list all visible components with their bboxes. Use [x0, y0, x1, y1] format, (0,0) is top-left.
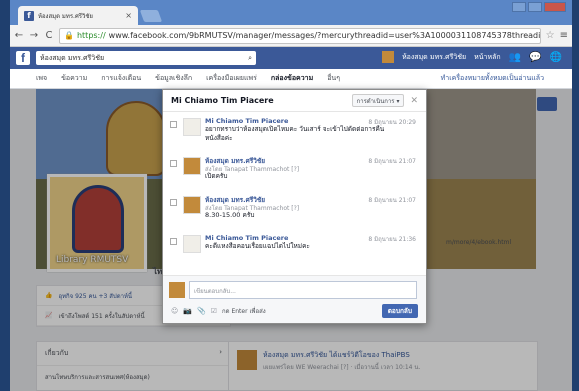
reply-button[interactable]: ตอบกลับ [381, 304, 418, 318]
bookmark-star-icon[interactable]: ☆ [546, 30, 555, 41]
facebook-favicon-icon: f [24, 10, 34, 21]
nav-publishing-tools[interactable]: เครื่องมือเผยแพร่ [206, 73, 257, 84]
tab-strip: f ห้องสมุด มทร.ศรีวิชัย × [10, 0, 572, 25]
search-text: ห้องสมุด มทร.ศรีวิชัย [40, 53, 105, 62]
attach-icon[interactable]: 📎 [197, 307, 206, 315]
desktop-right-edge [572, 0, 579, 391]
page-admin-nav: เพจ ข้อความ การแจ้งเตือน ข้อมูลเชิงลึก เ… [10, 69, 572, 89]
message-text: คะดีแหงสือคอนเรื่อยแฉปไดไปใหม่คะ [205, 242, 310, 250]
avatar [169, 282, 185, 298]
facebook-search-input[interactable]: ห้องสมุด มทร.ศรีวิชัย ⌕ [36, 51, 256, 65]
message-thread-dialog: Mi Chiamo Tim Piacere การดำเนินการ ▾ ✕ M… [162, 89, 427, 324]
message-text: หนังสือค่ะ [205, 134, 233, 142]
nav-notifications[interactable]: การแจ้งเตือน [101, 73, 141, 84]
browser-tab[interactable]: f ห้องสมุด มทร.ศรีวิชัย × [18, 6, 138, 25]
actions-dropdown[interactable]: การดำเนินการ ▾ [351, 94, 405, 107]
message-checkbox[interactable] [170, 160, 177, 167]
reply-input[interactable]: เขียนตอบกลับ... [189, 281, 417, 299]
message-text: อยากทราบว่าห้องสมุดเปิดไหมคะ วันเสาร์ จะ… [205, 125, 385, 133]
close-window-button[interactable] [544, 2, 566, 12]
messages-icon[interactable]: 💬 [529, 52, 541, 63]
message-checkbox[interactable] [170, 238, 177, 245]
nav-messages[interactable]: ข้อความ [61, 73, 87, 84]
page-name-link[interactable]: ห้องสมุด มทร.ศรีวิชัย [402, 52, 466, 63]
sender-name[interactable]: Mi Chiamo Tim Piacere [205, 234, 288, 242]
facebook-logo-icon[interactable]: f [16, 51, 30, 65]
back-arrow-icon[interactable]: ← [14, 30, 24, 41]
message-checkbox[interactable] [170, 199, 177, 206]
globe-icon[interactable]: 🌐 [550, 52, 562, 63]
message-time: 8 มิถุนายน 21:07 [368, 197, 416, 204]
search-icon[interactable]: ⌕ [248, 54, 252, 63]
avatar[interactable] [183, 196, 201, 214]
lock-icon: 🔒 [64, 31, 74, 40]
forward-arrow-icon[interactable]: → [29, 30, 39, 41]
nav-inbox[interactable]: กล่องข้อความ [271, 73, 313, 84]
facebook-top-bar: f ห้องสมุด มทร.ศรีวิชัย ⌕ ห้องสมุด มทร.ศ… [10, 47, 572, 69]
composer-tools: ☺ 📷 📎 ☑ กด Enter เพื่อส่ง [171, 306, 266, 316]
nav-page[interactable]: เพจ [36, 73, 47, 84]
press-enter-label: กด Enter เพื่อส่ง [222, 308, 266, 315]
sender-name[interactable]: Mi Chiamo Tim Piacere [205, 117, 288, 125]
nav-more[interactable]: อื่นๆ [327, 73, 340, 84]
avatar[interactable] [183, 157, 201, 175]
avatar[interactable] [183, 118, 201, 136]
list-item: ห้องสมุด มทร.ศรีวิชัย 8 มิถุนายน 21:07 ส… [163, 152, 426, 191]
browser-toolbar: ← → C 🔒 https:// www.facebook.com/9bRMUT… [10, 25, 572, 47]
new-tab-button[interactable] [139, 10, 163, 22]
page-avatar[interactable] [382, 51, 395, 63]
url-scheme: https:// [76, 31, 106, 40]
avatar[interactable] [183, 235, 201, 253]
fb-top-right: ห้องสมุด มทร.ศรีวิชัย หน้าหลัก 👥 💬 🌐 [382, 51, 562, 63]
mark-all-read-link[interactable]: ทำเครื่องหมายทั้งหมดเป็นอ่านแล้ว [441, 73, 544, 84]
reload-icon[interactable]: C [44, 30, 54, 41]
browser-window: f ห้องสมุด มทร.ศรีวิชัย × ← → C 🔒 https:… [10, 0, 572, 391]
chrome-menu-icon[interactable]: ≡ [560, 30, 568, 41]
thread-title: Mi Chiamo Tim Piacere [171, 96, 274, 105]
close-icon[interactable]: ✕ [410, 96, 418, 106]
desktop-left-edge [0, 0, 10, 391]
minimize-button[interactable] [512, 2, 526, 12]
window-controls [512, 2, 566, 12]
camera-icon[interactable]: 📷 [183, 307, 192, 315]
friends-icon[interactable]: 👥 [509, 52, 521, 63]
close-tab-icon[interactable]: × [125, 11, 132, 20]
dialog-header: Mi Chiamo Tim Piacere การดำเนินการ ▾ ✕ [163, 90, 426, 112]
home-link[interactable]: หน้าหลัก [474, 52, 500, 63]
list-item: Mi Chiamo Tim Piacere 8 มิถุนายน 21:36 ค… [163, 230, 426, 269]
message-text: 8.30-15.00 ครับ [205, 211, 255, 219]
nav-insights[interactable]: ข้อมูลเชิงลึก [155, 73, 192, 84]
address-bar[interactable]: 🔒 https:// www.facebook.com/9bRMUTSV/man… [59, 27, 541, 44]
reply-composer: เขียนตอบกลับ... ☺ 📷 📎 ☑ กด Enter เพื่อส่… [163, 275, 426, 323]
tab-title: ห้องสมุด มทร.ศรีวิชัย [38, 12, 93, 20]
list-item: Mi Chiamo Tim Piacere 8 มิถุนายน 20:29 อ… [163, 113, 426, 152]
message-time: 8 มิถุนายน 21:07 [368, 158, 416, 165]
url-text: www.facebook.com/9bRMUTSV/manager/messag… [108, 31, 541, 40]
maximize-button[interactable] [528, 2, 542, 12]
enter-checkbox[interactable]: ☑ [211, 307, 217, 315]
message-text: เปิดครับ [205, 172, 228, 180]
emoji-icon[interactable]: ☺ [171, 307, 178, 315]
message-list: Mi Chiamo Tim Piacere 8 มิถุนายน 20:29 อ… [163, 113, 426, 273]
message-checkbox[interactable] [170, 121, 177, 128]
list-item: ห้องสมุด มทร.ศรีวิชัย 8 มิถุนายน 21:07 ส… [163, 191, 426, 230]
